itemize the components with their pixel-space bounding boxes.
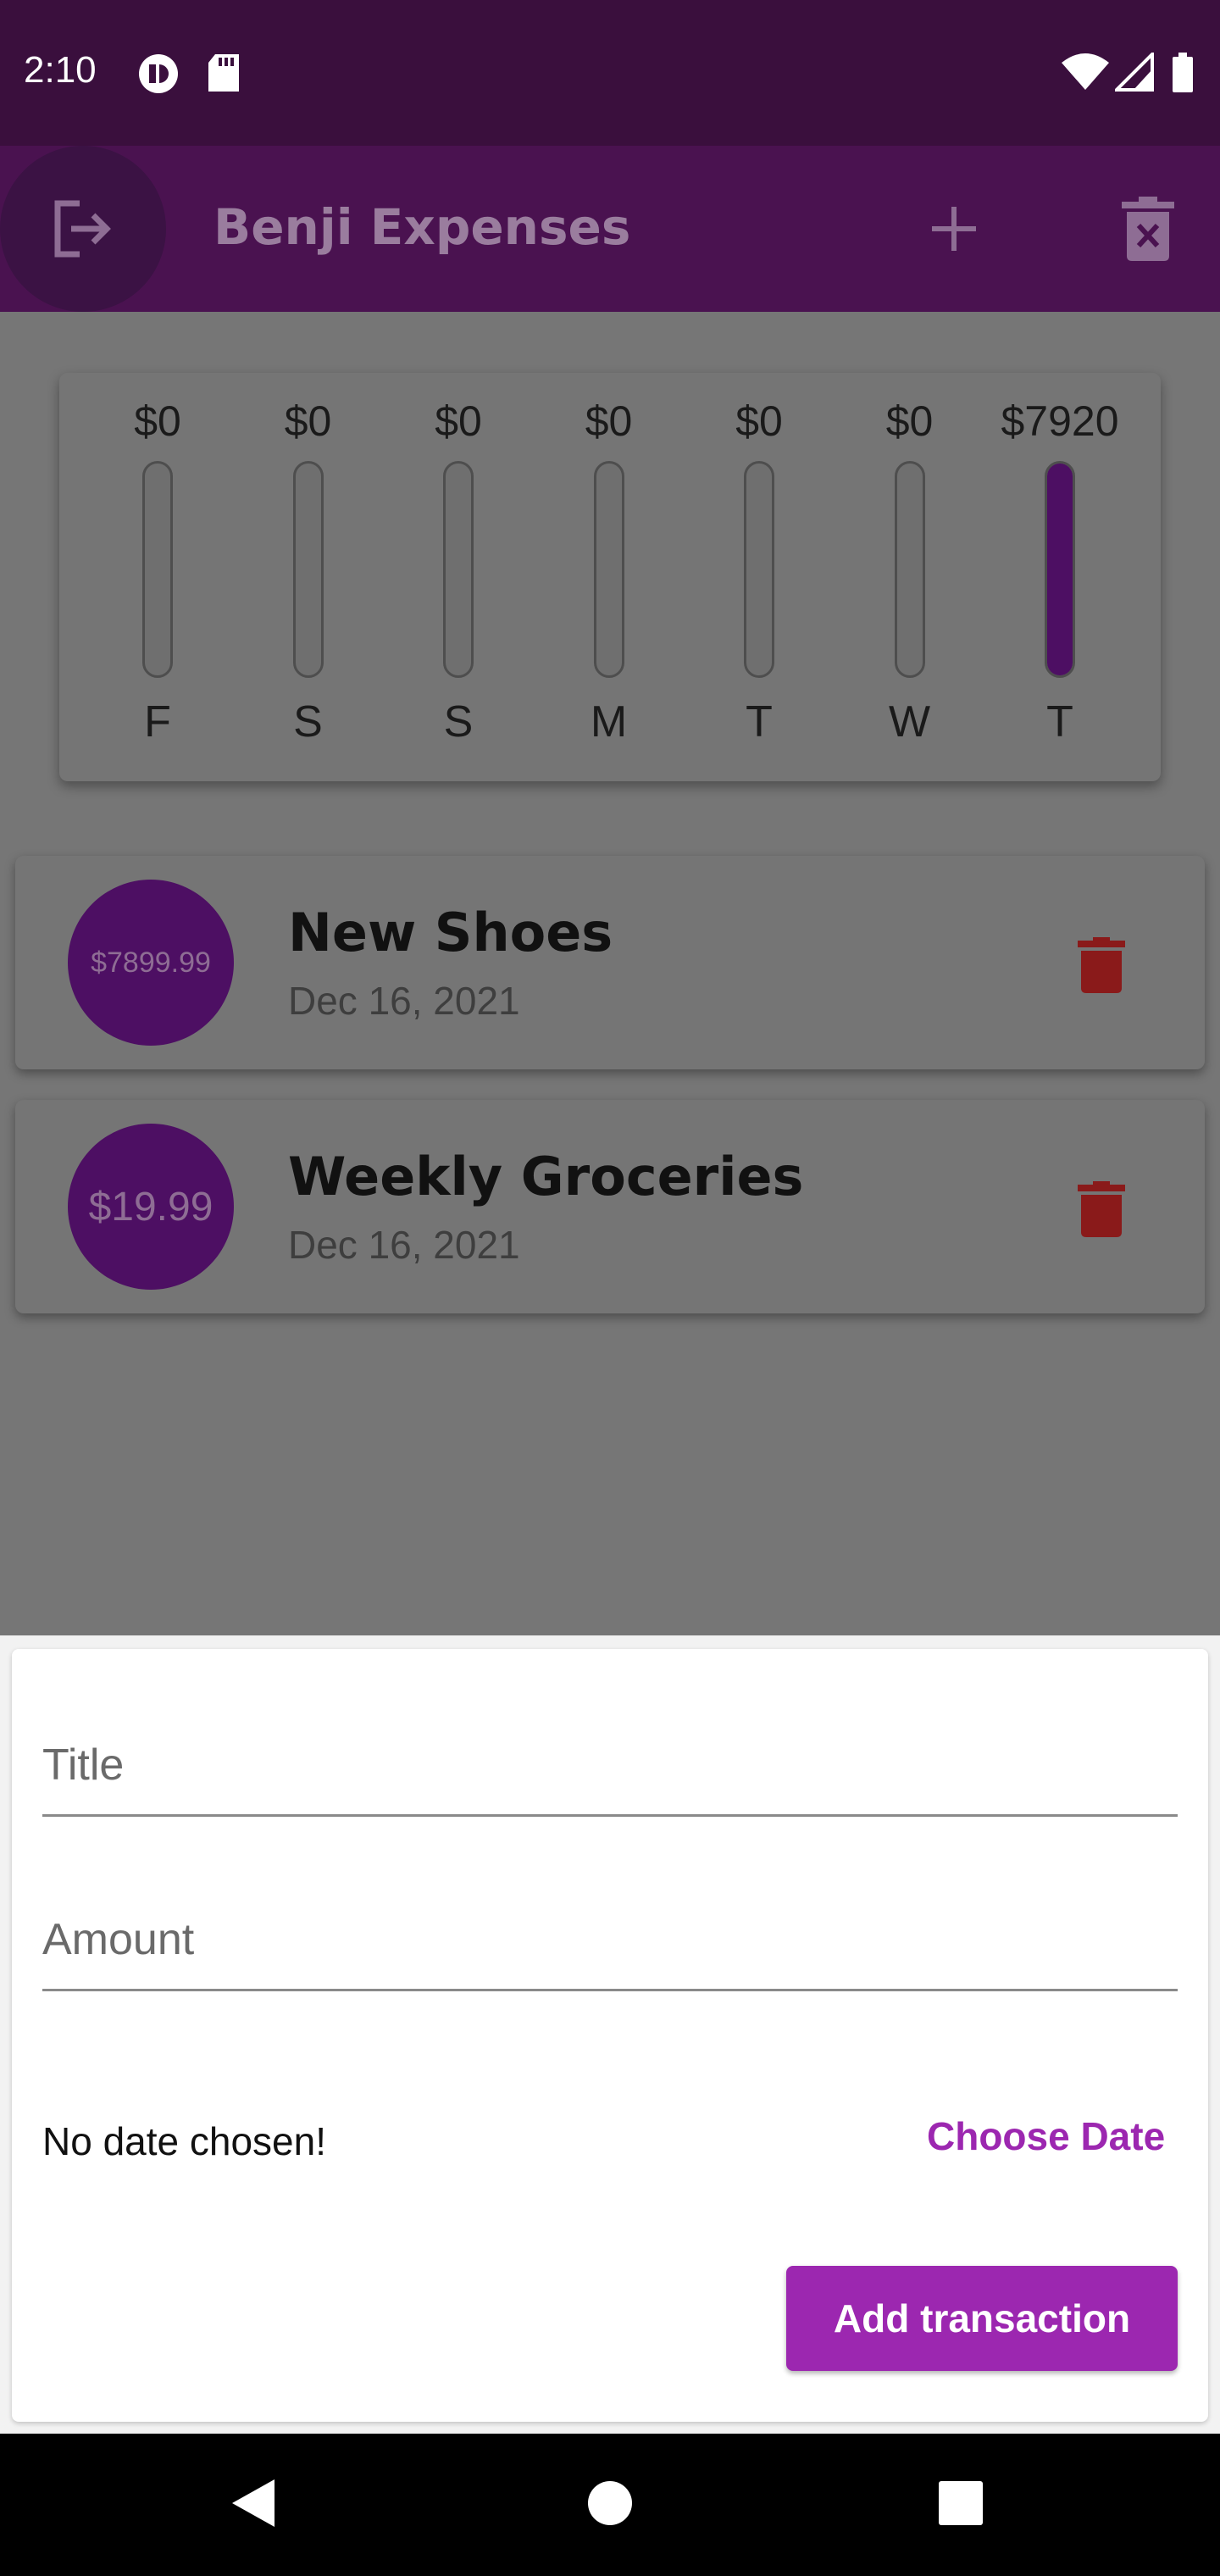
choose-date-button[interactable]: Choose Date	[912, 2103, 1180, 2169]
amount-input[interactable]	[42, 1914, 1178, 1965]
chart-day-bar	[744, 461, 774, 678]
add-button[interactable]	[923, 198, 984, 259]
new-transaction-form: No date chosen! Choose Date Add transact…	[12, 1649, 1208, 2422]
trash-icon	[1078, 937, 1125, 993]
weekly-chart-card: $0 F $0 S $0 S $0 M $0 T $0 W $7920 T	[59, 373, 1161, 781]
chart-day-label: W	[888, 697, 931, 747]
chart-day-label: T	[1046, 697, 1073, 747]
amount-field	[42, 1869, 1178, 1991]
transaction-date: Dec 16, 2021	[288, 979, 520, 1023]
chart-day-column: $0 T	[691, 391, 827, 747]
status-time: 2:10	[24, 49, 97, 91]
chart-day-label: S	[293, 697, 323, 747]
system-nav-bar	[0, 2434, 1220, 2576]
chart-day-bar-fill	[1047, 464, 1073, 675]
chart-day-column: $0 S	[391, 391, 526, 747]
chart-day-amount: $0	[735, 397, 783, 445]
chart-day-amount: $0	[435, 397, 482, 445]
no-date-text: No date chosen!	[42, 2119, 327, 2163]
transaction-card: $19.99 Weekly Groceries Dec 16, 2021	[15, 1100, 1205, 1313]
chart-day-bar	[1045, 461, 1075, 678]
delete-transaction-button[interactable]	[1078, 937, 1125, 997]
title-input[interactable]	[42, 1740, 1178, 1790]
chart-day-column: $0 W	[842, 391, 978, 747]
delete-all-button[interactable]	[1122, 197, 1174, 261]
home-icon	[588, 2481, 632, 2525]
notification-app-icon	[137, 53, 180, 98]
app-bar: Benji Expenses	[0, 146, 1220, 312]
chart-day-amount: $7920	[1001, 397, 1119, 445]
chart-day-label: M	[590, 697, 628, 747]
chart-day-column: $0 F	[90, 391, 225, 747]
back-icon	[232, 2479, 274, 2527]
recents-icon	[939, 2481, 983, 2525]
transaction-amount: $7899.99	[91, 946, 211, 979]
transaction-title: Weekly Groceries	[288, 1146, 804, 1208]
signal-icon	[1112, 50, 1154, 95]
recents-button[interactable]	[937, 2476, 984, 2534]
chart-day-bar	[142, 461, 173, 678]
battery-icon	[1171, 53, 1195, 97]
back-button[interactable]	[229, 2476, 276, 2534]
logout-icon	[54, 200, 111, 258]
chart-day-column: $7920 T	[992, 391, 1128, 747]
chart-day-amount: $0	[585, 397, 633, 445]
trash-icon	[1078, 1181, 1125, 1237]
chart-day-bar	[593, 461, 624, 678]
chart-day-label: F	[144, 697, 171, 747]
chart-day-column: $0 S	[241, 391, 376, 747]
home-button[interactable]	[586, 2476, 634, 2534]
delete-all-icon	[1122, 197, 1174, 261]
chart-day-column: $0 M	[541, 391, 677, 747]
transaction-title: New Shoes	[288, 902, 613, 963]
chart-day-amount: $0	[885, 397, 934, 445]
transaction-card: $7899.99 New Shoes Dec 16, 2021	[15, 856, 1205, 1069]
transaction-amount-badge: $19.99	[68, 1124, 234, 1290]
new-transaction-sheet: No date chosen! Choose Date Add transact…	[0, 1635, 1220, 2434]
chart-day-label: S	[443, 697, 474, 747]
chart-day-amount: $0	[134, 397, 181, 445]
logout-button[interactable]	[0, 146, 166, 312]
app-title: Benji Expenses	[214, 198, 631, 256]
chart-day-bar	[894, 461, 925, 678]
chart-day-label: T	[746, 697, 773, 747]
delete-transaction-button[interactable]	[1078, 1181, 1125, 1241]
transaction-date: Dec 16, 2021	[288, 1223, 520, 1267]
title-field	[42, 1695, 1178, 1817]
transaction-amount: $19.99	[88, 1184, 214, 1230]
chart-day-amount: $0	[284, 397, 332, 445]
sd-card-icon	[207, 53, 241, 97]
status-bar: 2:10	[0, 0, 1220, 146]
transaction-amount-badge: $7899.99	[68, 880, 234, 1046]
add-transaction-button[interactable]: Add transaction	[786, 2266, 1178, 2371]
chart-day-bar	[292, 461, 324, 678]
wifi-icon	[1061, 53, 1110, 95]
chart-day-bar	[443, 461, 474, 678]
add-icon	[932, 207, 976, 251]
